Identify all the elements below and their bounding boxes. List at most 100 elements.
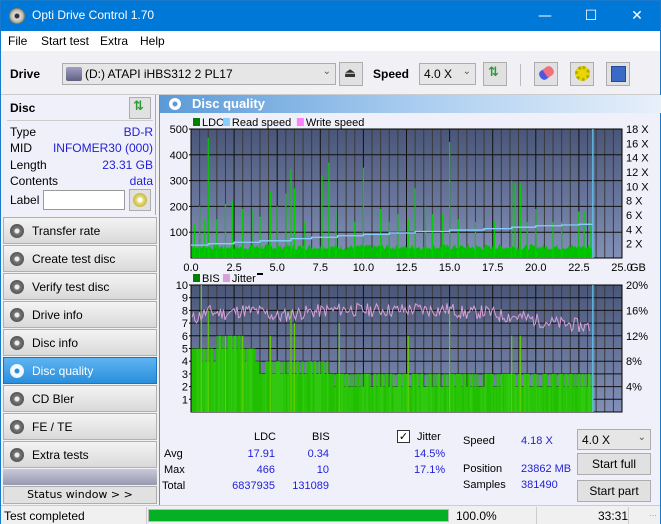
nav-label: Transfer rate <box>32 224 101 238</box>
legend-swatch <box>296 118 304 126</box>
drive-icon <box>66 67 82 81</box>
app-window: Opti Drive Control 1.70 — ☐ ✕ File Start… <box>0 0 661 524</box>
resize-grip-icon[interactable]: ⋯ <box>649 511 657 520</box>
panel-header: Disc quality <box>160 95 661 113</box>
refresh-arrows-icon: ⇅ <box>488 65 499 80</box>
ldc-avg-value: 17.91 <box>247 448 275 460</box>
nav-label: Disc info <box>32 336 79 350</box>
eject-button[interactable]: ⏏ <box>339 62 363 86</box>
y2-tick-label: 4% <box>626 382 642 394</box>
panel-title: Disc quality <box>192 96 265 111</box>
nav-create-test-disc[interactable]: Create test disc <box>3 245 157 272</box>
col-bis-header: BIS <box>312 431 330 443</box>
y2-tick-label: 18 X <box>626 124 649 136</box>
x-tick-label: 7.5 <box>313 416 328 417</box>
progress-percent: 100.0% <box>456 509 497 523</box>
nav-label: Extra tests <box>32 448 89 462</box>
nav-label: Create test disc <box>32 252 116 266</box>
test-speed-select[interactable]: 4.0 X ⌄ <box>577 429 651 450</box>
window-title: Opti Drive Control 1.70 <box>32 8 155 22</box>
disc-info-panel: Disc ⇅ Type BD-R MID INFOMER30 (000) Lengt… <box>3 95 156 215</box>
y-tick-label: 4 <box>182 356 188 368</box>
chevron-down-icon: ⌄ <box>462 66 471 77</box>
disc-label-input[interactable] <box>43 190 125 210</box>
menu-file[interactable]: File <box>8 34 27 48</box>
refresh-arrows-icon: ⇅ <box>133 99 144 114</box>
nav-disc-info[interactable]: Disc info <box>3 329 157 356</box>
bis-max-value: 10 <box>316 464 329 476</box>
nav-verify-test-disc[interactable]: Verify test disc <box>3 273 157 300</box>
disc-contents-value: data <box>129 174 153 188</box>
progress-bar <box>148 509 449 522</box>
status-window-button[interactable]: Status window > > <box>3 486 157 504</box>
ldc-total-value: 6837935 <box>232 480 275 492</box>
y2-tick-label: 2 X <box>626 239 643 251</box>
y2-tick-label: 16 X <box>626 138 649 150</box>
erase-button[interactable] <box>534 62 558 86</box>
speed-value: 4.0 X <box>424 67 453 81</box>
x-tick-label: 5.0 <box>270 416 285 417</box>
disc-refresh-button[interactable]: ⇅ <box>129 97 151 119</box>
disc-quality-icon <box>169 98 181 110</box>
nav-disc-quality[interactable]: Disc quality <box>3 357 157 384</box>
progress-fill <box>149 510 448 521</box>
x-tick-label: 15.0 <box>439 416 460 417</box>
disc-icon <box>10 336 24 350</box>
nav-cd-bler[interactable]: CD Bler <box>3 385 157 412</box>
speed-select[interactable]: 4.0 X ⌄ <box>419 63 476 85</box>
nav-drive-info[interactable]: Drive info <box>3 301 157 328</box>
legend-swatch <box>193 274 200 282</box>
disc-icon <box>10 224 24 238</box>
disc-contents-key: Contents <box>10 174 59 188</box>
drive-select[interactable]: (D:) ATAPI iHBS312 2 PL17 ⌄ <box>62 63 336 85</box>
toolbar-divider <box>520 64 521 86</box>
y2-tick-label: 8% <box>626 356 642 368</box>
nav-transfer-rate[interactable]: Transfer rate <box>3 217 157 244</box>
position-label: Position <box>463 463 503 475</box>
menu-bar: File Start test Extra Help <box>1 31 660 51</box>
y-tick-label: 200 <box>170 201 188 213</box>
nav-fe-te[interactable]: FE / TE <box>3 413 157 440</box>
legend-marker <box>257 273 263 275</box>
test-speed-value: 4.0 X <box>582 433 611 447</box>
y2-tick-label: 12 X <box>626 167 649 179</box>
maximize-button[interactable]: ☐ <box>568 1 614 31</box>
save-button[interactable] <box>606 62 630 86</box>
nav-extra-tests[interactable]: Extra tests <box>3 441 157 468</box>
menu-start-test[interactable]: Start test <box>41 34 89 48</box>
start-full-button[interactable]: Start full <box>577 453 651 475</box>
app-disc-icon <box>9 8 25 24</box>
x-tick-label: 12.5 <box>396 416 417 417</box>
refresh-button[interactable]: ⇅ <box>483 62 507 86</box>
y-tick-label: 2 <box>182 382 188 394</box>
y-tick-label: 500 <box>170 124 188 136</box>
x-tick-label: 0.0 <box>183 416 198 417</box>
bis-avg-value: 0.34 <box>307 448 329 460</box>
menu-extra[interactable]: Extra <box>100 34 128 48</box>
disc-icon <box>10 364 24 378</box>
y-tick-label: 9 <box>182 293 188 305</box>
disc-icon <box>10 308 24 322</box>
y2-tick-label: 12% <box>626 331 648 343</box>
settings-button[interactable] <box>570 62 594 86</box>
jitter-avg-value: 14.5% <box>414 448 446 460</box>
disc-icon <box>10 448 24 462</box>
disc-quality-panel: Disc quality LDC Read speed Write speed 100… <box>159 95 661 505</box>
y2-tick-label: 20% <box>626 280 648 292</box>
close-button[interactable]: ✕ <box>614 1 660 31</box>
y-tick-label: 300 <box>170 176 188 188</box>
start-part-button[interactable]: Start part <box>577 480 651 502</box>
jitter-checkbox[interactable]: ✓ <box>397 430 410 443</box>
nav-label: Disc quality <box>32 364 94 378</box>
disc-label-button[interactable] <box>129 189 151 211</box>
x-tick-label: 17.5 <box>482 416 503 417</box>
nav-label: FE / TE <box>32 420 73 434</box>
disc-length-value: 23.31 GB <box>102 158 153 172</box>
legend-label: LDC <box>202 117 224 129</box>
y2-tick-label: 4 X <box>626 224 643 236</box>
minimize-button[interactable]: — <box>522 1 568 31</box>
x-tick-label: 2.5 <box>226 416 241 417</box>
divider <box>628 507 629 524</box>
menu-help[interactable]: Help <box>140 34 165 48</box>
bis-chart: BIS Jitter 12345678910 4% 8% 12% 16% 20% 0.0 2.5 5… <box>176 273 648 417</box>
